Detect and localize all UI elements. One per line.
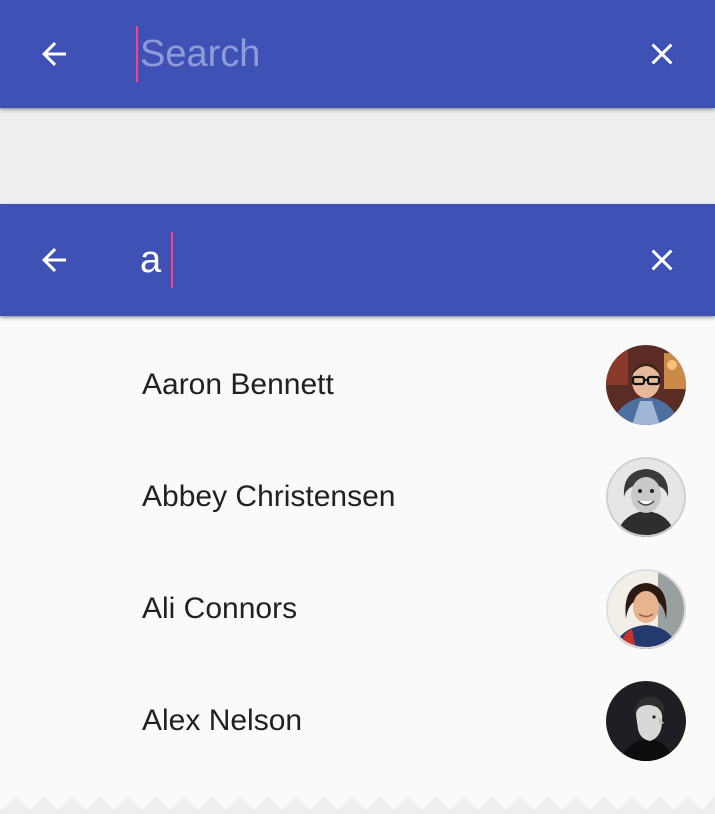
- torn-paper-edge: [0, 794, 715, 814]
- result-item-ali-connors[interactable]: Ali Connors: [0, 553, 715, 665]
- arrow-left-icon: [42, 248, 66, 272]
- clear-button[interactable]: [634, 232, 690, 288]
- avatar: [606, 569, 686, 649]
- close-icon: [651, 249, 673, 271]
- search-query: a: [140, 239, 162, 281]
- search-input[interactable]: a: [136, 232, 605, 288]
- avatar: [606, 681, 686, 761]
- result-item-alex-nelson[interactable]: Alex Nelson: [0, 665, 715, 777]
- result-name: Abbey Christensen: [142, 480, 396, 513]
- result-item-abbey-christensen[interactable]: Abbey Christensen: [0, 441, 715, 553]
- result-item-aaron-bennett[interactable]: Aaron Bennett: [0, 329, 715, 441]
- back-button[interactable]: [26, 26, 82, 82]
- clear-button[interactable]: [634, 26, 690, 82]
- close-icon: [651, 43, 673, 65]
- avatar: [606, 345, 686, 425]
- search-input[interactable]: Search: [136, 26, 605, 82]
- result-name: Aaron Bennett: [142, 368, 334, 401]
- arrow-left-icon: [42, 42, 66, 66]
- back-button[interactable]: [26, 232, 82, 288]
- empty-search-bar: Search: [0, 0, 715, 108]
- result-name: Ali Connors: [142, 592, 298, 625]
- active-search-bar: a: [0, 204, 715, 316]
- search-results-list: Aaron Bennett Abbey Christensen Ali Conn…: [0, 316, 715, 794]
- avatar: [606, 457, 686, 537]
- result-name: Alex Nelson: [142, 704, 303, 737]
- search-placeholder: Search: [140, 33, 261, 75]
- text-cursor: [171, 232, 174, 288]
